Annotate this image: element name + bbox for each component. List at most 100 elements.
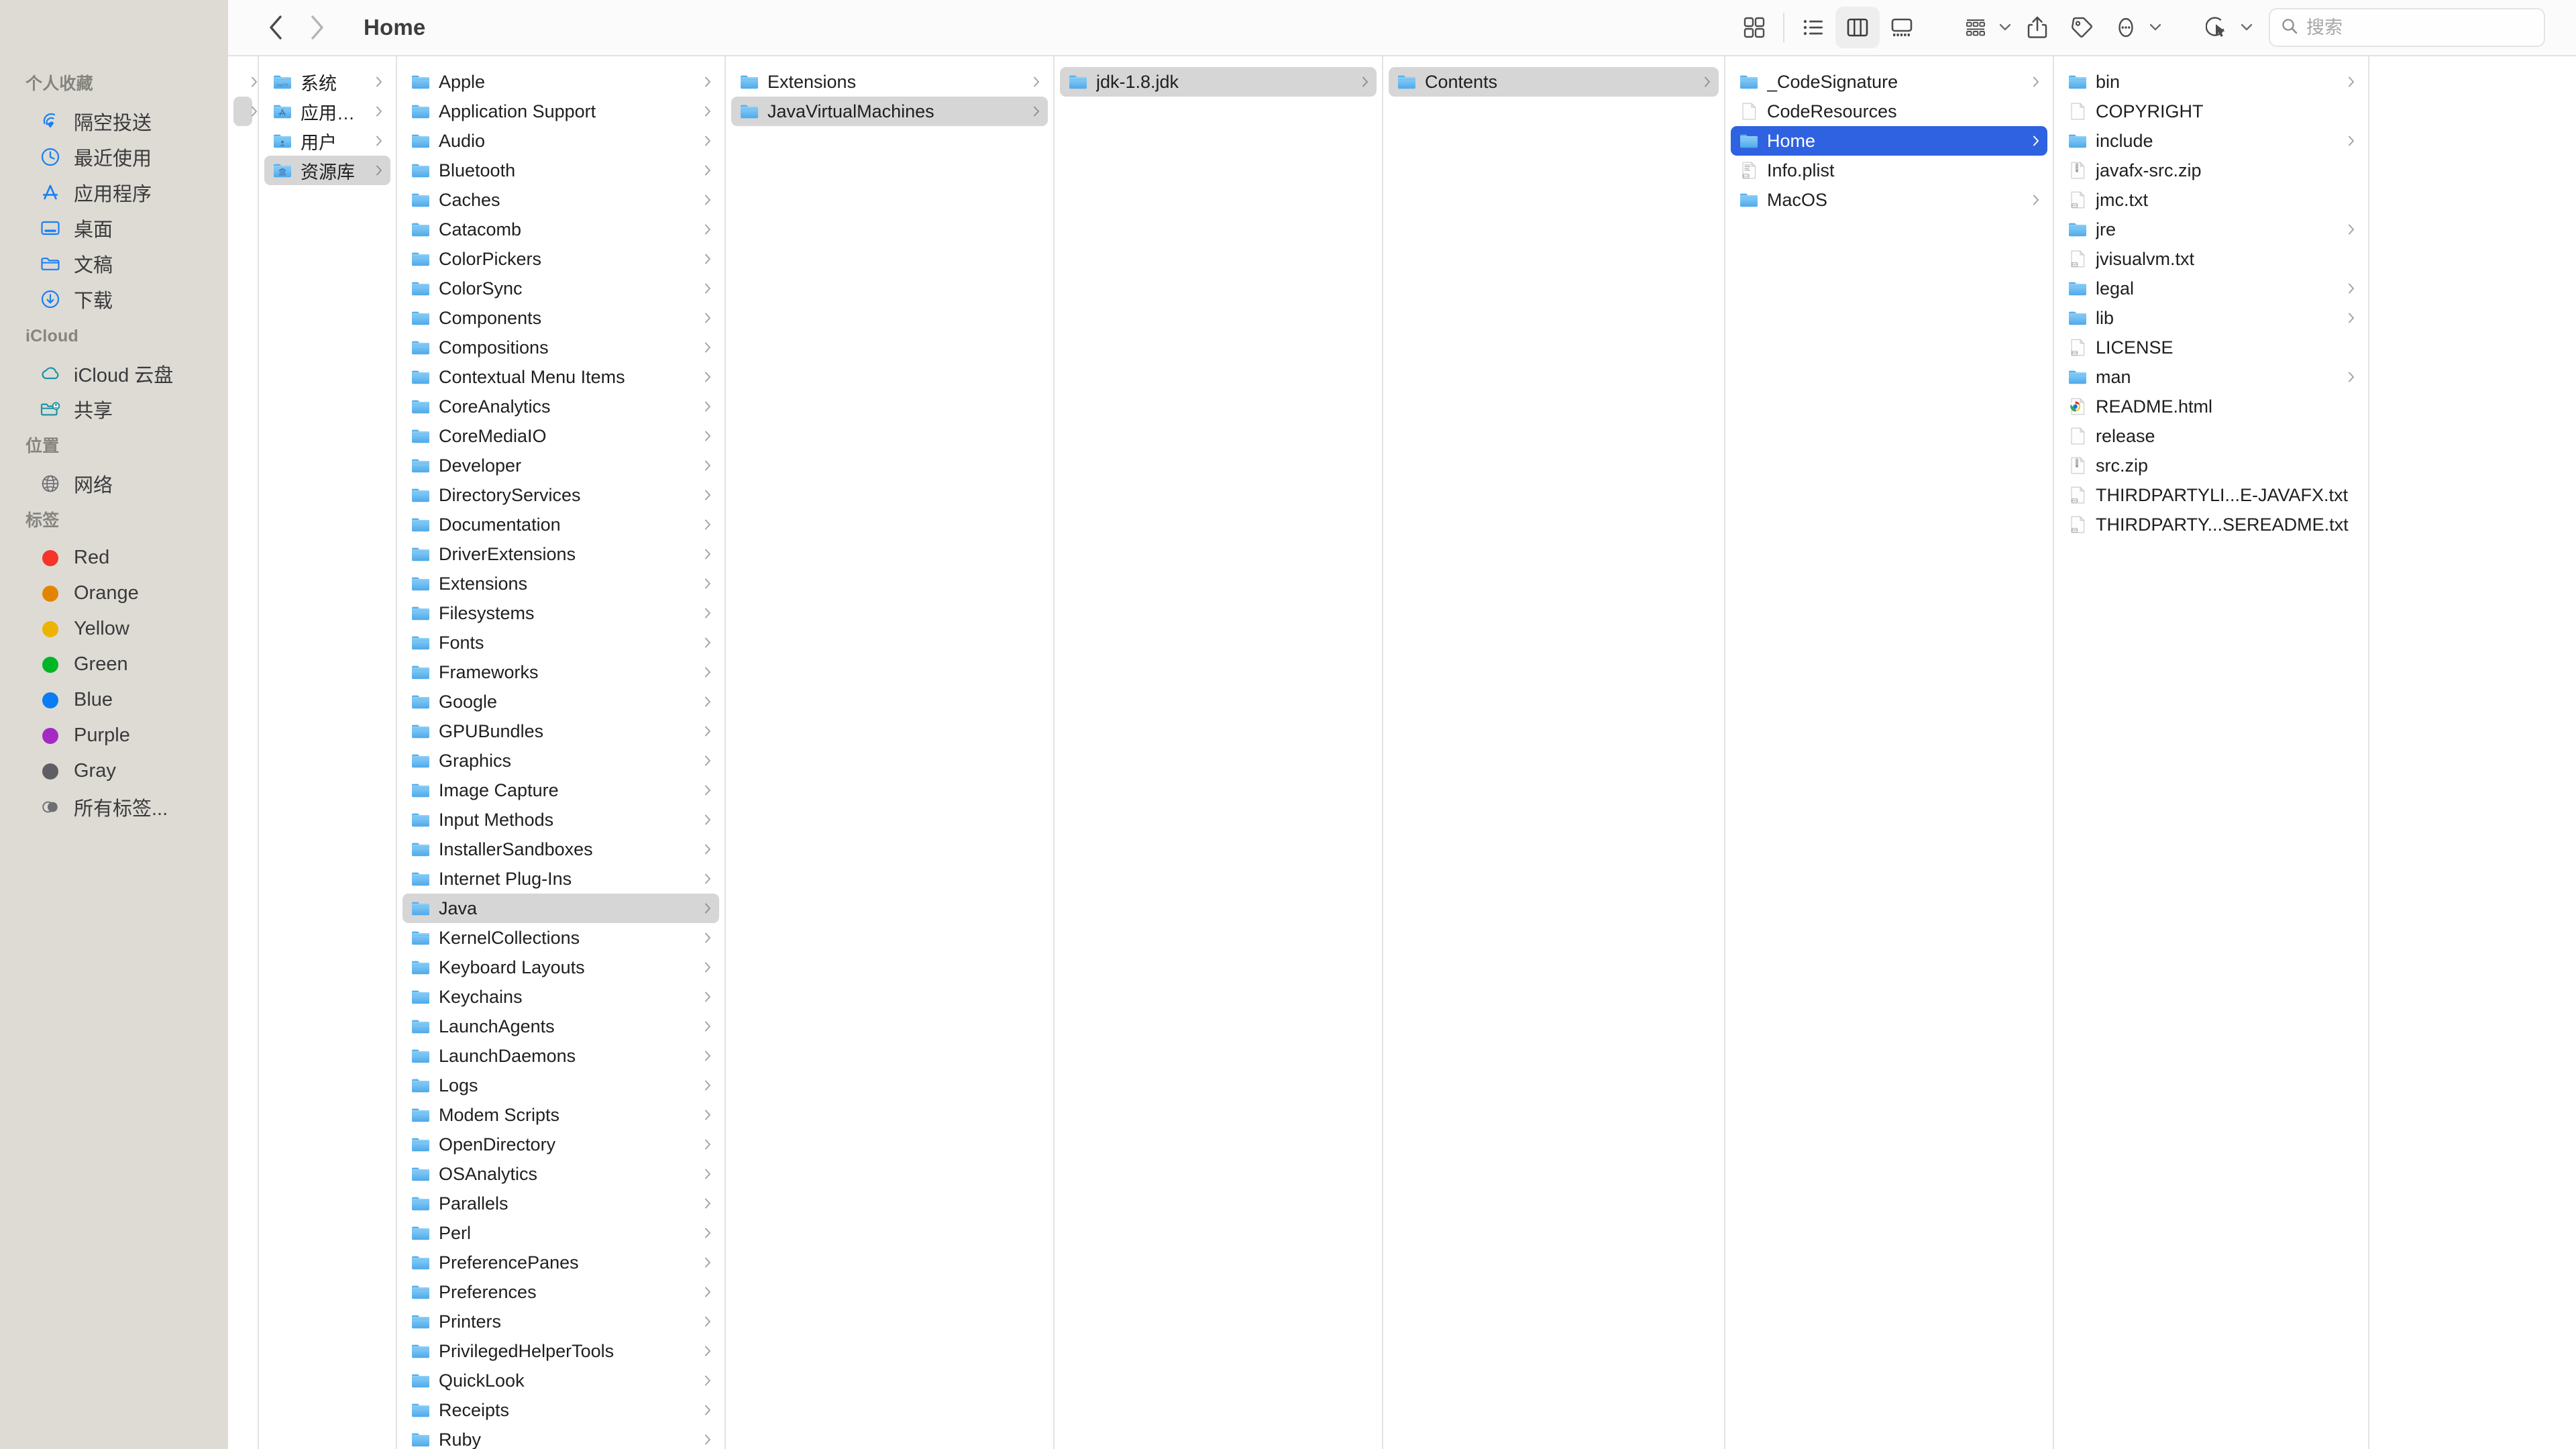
list-item[interactable]: include	[2059, 126, 2363, 156]
list-item[interactable]: PLIST Info.plist	[1731, 156, 2047, 185]
list-item[interactable]: TXT jmc.txt	[2059, 185, 2363, 215]
list-item[interactable]: Home	[1731, 126, 2047, 156]
sidebar-item-3-g4[interactable]: Yellow	[9, 611, 219, 647]
list-item[interactable]: javafx-src.zip	[2059, 156, 2363, 185]
list-item[interactable]: DirectoryServices	[402, 480, 719, 510]
list-view-icon[interactable]	[1791, 7, 1835, 48]
list-item[interactable]: legal	[2059, 274, 2363, 303]
group-by-icon[interactable]	[1953, 7, 1998, 48]
list-item[interactable]: Ruby	[402, 1425, 719, 1449]
list-item[interactable]: Developer	[402, 451, 719, 480]
list-item[interactable]: release	[2059, 421, 2363, 451]
list-item[interactable]: InstallerSandboxes	[402, 835, 719, 864]
list-item[interactable]: Java	[402, 894, 719, 923]
list-item[interactable]: bin	[2059, 67, 2363, 97]
list-item[interactable]: Preferences	[402, 1277, 719, 1307]
list-item[interactable]: Google	[402, 687, 719, 716]
list-item[interactable]: GPUBundles	[402, 716, 719, 746]
sidebar-item-8-g4[interactable]: 所有标签...	[9, 789, 219, 824]
list-item[interactable]: src.zip	[2059, 451, 2363, 480]
sidebar-item-6-g4[interactable]: Purple	[9, 718, 219, 753]
sidebar-item-1-g2[interactable]: iCloud 云盘	[9, 356, 219, 391]
list-item[interactable]: MacOS	[1731, 185, 2047, 215]
list-item[interactable]: jre	[2059, 215, 2363, 244]
list-item[interactable]: Graphics	[402, 746, 719, 775]
list-item[interactable]: Extensions	[402, 569, 719, 598]
list-item[interactable]	[233, 67, 257, 97]
grid-view-icon[interactable]	[1732, 7, 1776, 48]
list-item[interactable]: OSAnalytics	[402, 1159, 719, 1189]
list-item[interactable]: macOS 系统	[264, 67, 390, 97]
list-item[interactable]: ColorSync	[402, 274, 719, 303]
list-item[interactable]: Contextual Menu Items	[402, 362, 719, 392]
sidebar-item-4-g4[interactable]: Green	[9, 647, 219, 682]
sidebar-item-6-g1[interactable]: 下载	[9, 281, 219, 317]
list-item[interactable]: Parallels	[402, 1189, 719, 1218]
list-item[interactable]: Frameworks	[402, 657, 719, 687]
forward-button[interactable]	[298, 8, 337, 47]
list-item[interactable]: 应用程序	[264, 97, 390, 126]
list-item[interactable]: Contents	[1389, 67, 1719, 97]
list-item[interactable]: LaunchAgents	[402, 1012, 719, 1041]
list-item[interactable]: 用户	[264, 126, 390, 156]
list-item[interactable]: Image Capture	[402, 775, 719, 805]
list-item[interactable]: Modem Scripts	[402, 1100, 719, 1130]
list-item[interactable]: CoreAnalytics	[402, 392, 719, 421]
list-item[interactable]: Audio	[402, 126, 719, 156]
list-item[interactable]: lib	[2059, 303, 2363, 333]
list-item[interactable]: Compositions	[402, 333, 719, 362]
list-item[interactable]: Internet Plug-Ins	[402, 864, 719, 894]
share-icon[interactable]	[2015, 7, 2059, 48]
list-item[interactable]: TXT LICENSE	[2059, 333, 2363, 362]
chevron-down-icon-2[interactable]	[2149, 23, 2161, 32]
list-item[interactable]: README.html	[2059, 392, 2363, 421]
sidebar-item-3-g1[interactable]: 应用程序	[9, 174, 219, 210]
search-input[interactable]	[2306, 17, 2528, 38]
list-item[interactable]: Perl	[402, 1218, 719, 1248]
list-item[interactable]: Caches	[402, 185, 719, 215]
list-item[interactable]: Application Support	[402, 97, 719, 126]
list-item[interactable]: Components	[402, 303, 719, 333]
sidebar-item-1-g4[interactable]: Red	[9, 540, 219, 576]
column-view-icon[interactable]	[1835, 7, 1880, 48]
list-item[interactable]: _CodeSignature	[1731, 67, 2047, 97]
list-item[interactable]: Bluetooth	[402, 156, 719, 185]
sidebar-item-1-g1[interactable]: 隔空投送	[9, 103, 219, 139]
list-item[interactable]: Logs	[402, 1071, 719, 1100]
sidebar-item-4-g1[interactable]: 桌面	[9, 210, 219, 246]
list-item[interactable]: TXT THIRDPARTYLI...E-JAVAFX.txt	[2059, 480, 2363, 510]
list-item[interactable]: 资源库	[264, 156, 390, 185]
back-button[interactable]	[256, 8, 295, 47]
list-item[interactable]: CodeResources	[1731, 97, 2047, 126]
list-item[interactable]: DriverExtensions	[402, 539, 719, 569]
sidebar-item-5-g1[interactable]: 文稿	[9, 246, 219, 281]
pointer-action-icon[interactable]	[2195, 7, 2239, 48]
list-item[interactable]: PreferencePanes	[402, 1248, 719, 1277]
more-actions-icon[interactable]	[2104, 7, 2148, 48]
list-item[interactable]: Filesystems	[402, 598, 719, 628]
list-item[interactable]: Keychains	[402, 982, 719, 1012]
chevron-down-icon[interactable]	[1999, 23, 2011, 32]
sidebar-item-7-g4[interactable]: Gray	[9, 753, 219, 789]
sidebar-item-1-g3[interactable]: 网络	[9, 466, 219, 501]
sidebar-item-2-g2[interactable]: 共享	[9, 391, 219, 427]
sidebar-item-5-g4[interactable]: Blue	[9, 682, 219, 718]
list-item[interactable]: Apple	[402, 67, 719, 97]
sidebar-item-2-g4[interactable]: Orange	[9, 576, 219, 611]
list-item[interactable]: PrivilegedHelperTools	[402, 1336, 719, 1366]
list-item[interactable]: Catacomb	[402, 215, 719, 244]
list-item[interactable]: ColorPickers	[402, 244, 719, 274]
list-item[interactable]: Documentation	[402, 510, 719, 539]
search-field[interactable]	[2269, 8, 2545, 47]
list-item[interactable]: TXT jvisualvm.txt	[2059, 244, 2363, 274]
list-item[interactable]: Receipts	[402, 1395, 719, 1425]
list-item[interactable]: Keyboard Layouts	[402, 953, 719, 982]
list-item[interactable]: LaunchDaemons	[402, 1041, 719, 1071]
list-item[interactable]: Fonts	[402, 628, 719, 657]
list-item[interactable]: JavaVirtualMachines	[731, 97, 1048, 126]
list-item[interactable]: TXT THIRDPARTY...SEREADME.txt	[2059, 510, 2363, 539]
list-item[interactable]: man	[2059, 362, 2363, 392]
list-item[interactable]: jdk-1.8.jdk	[1060, 67, 1377, 97]
gallery-view-icon[interactable]	[1880, 7, 1924, 48]
sidebar-item-2-g1[interactable]: 最近使用	[9, 139, 219, 174]
